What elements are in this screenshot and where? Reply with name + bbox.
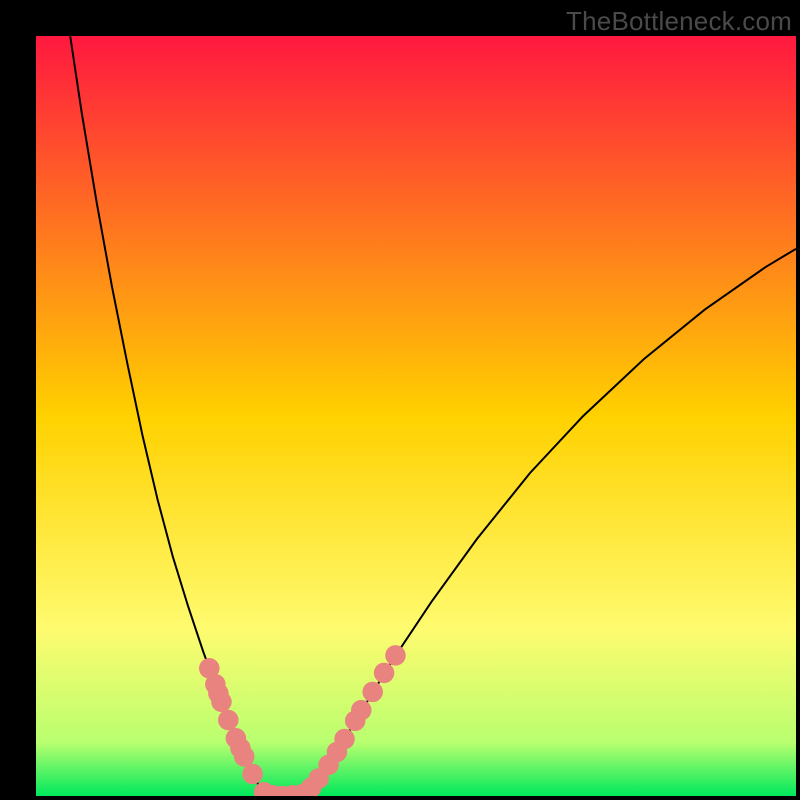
data-dot xyxy=(242,764,263,785)
data-dot xyxy=(211,692,232,713)
chart-plot xyxy=(36,36,796,796)
data-dot xyxy=(385,645,406,666)
data-dot xyxy=(334,729,355,750)
data-dot xyxy=(234,746,255,767)
data-dot xyxy=(218,710,239,731)
data-dot xyxy=(351,700,372,721)
chart-frame: TheBottleneck.com xyxy=(0,0,800,800)
watermark-text: TheBottleneck.com xyxy=(566,6,792,37)
chart-background xyxy=(36,36,796,796)
data-dot xyxy=(374,663,395,684)
data-dot xyxy=(362,682,383,703)
